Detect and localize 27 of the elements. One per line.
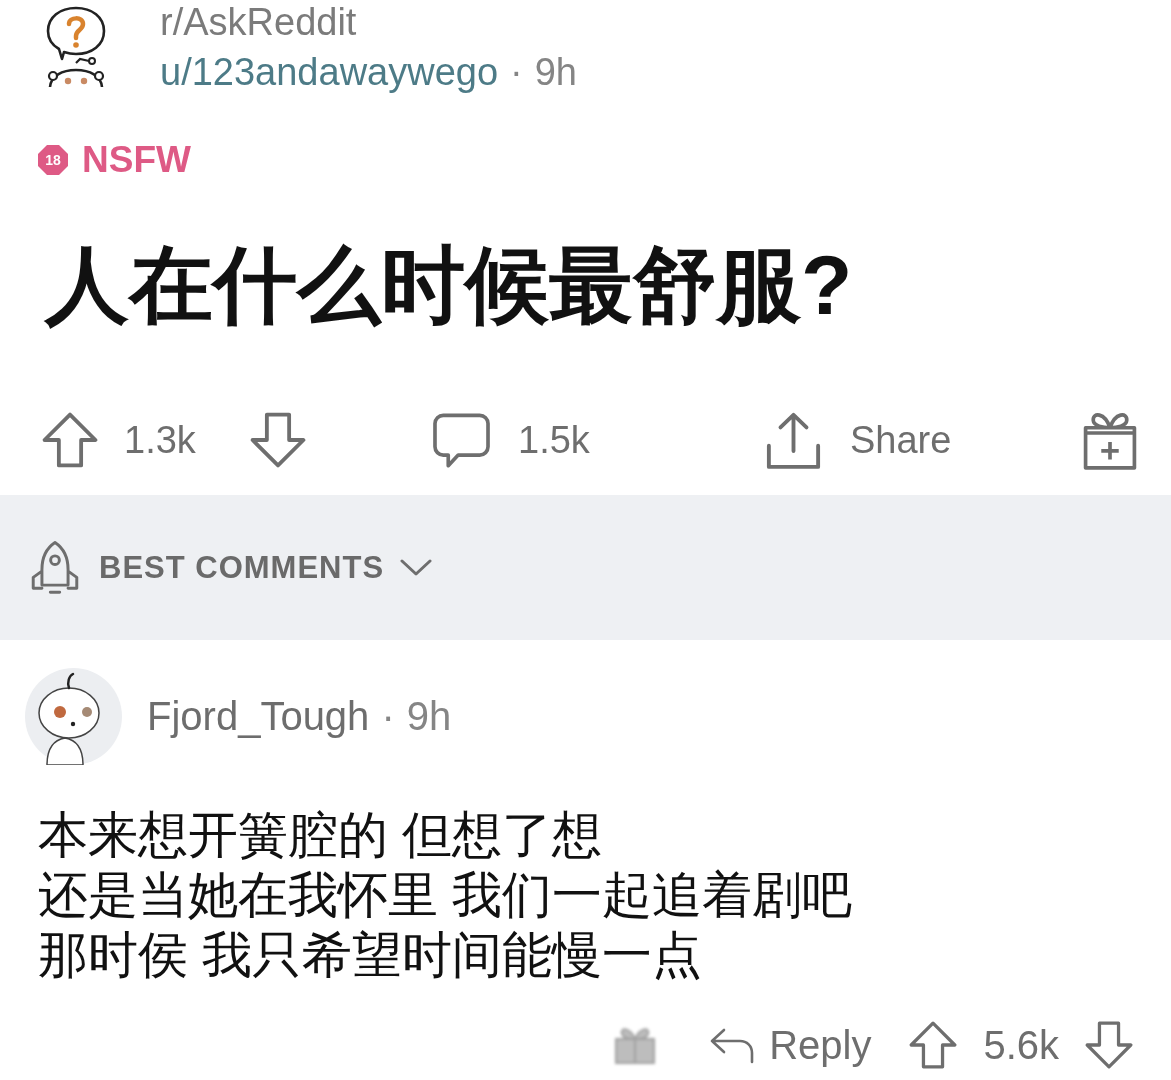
- share-icon: [765, 411, 822, 469]
- question-bubble-icon[interactable]: [45, 4, 107, 90]
- upvote-icon[interactable]: [42, 412, 98, 468]
- upvote-icon[interactable]: [909, 1021, 958, 1069]
- commenter-link[interactable]: Fjord_Tough: [147, 694, 370, 739]
- chevron-down-icon: [400, 558, 433, 577]
- vote-count: 1.3k: [124, 418, 196, 462]
- separator-dot: ·: [510, 50, 523, 94]
- vote-count: 5.6k: [983, 1022, 1059, 1068]
- nsfw-label: NSFW: [82, 139, 191, 181]
- post-time: 9h: [534, 50, 577, 94]
- sort-dropdown[interactable]: BEST COMMENTS: [27, 539, 433, 596]
- gift-plus-icon[interactable]: [1082, 410, 1138, 470]
- downvote-icon[interactable]: [249, 412, 306, 468]
- comment-time: 9h: [406, 694, 452, 739]
- avatar-icon: [25, 668, 122, 765]
- comment-icon: [433, 411, 490, 469]
- author-link[interactable]: u/123andawaywego: [160, 50, 499, 94]
- age-badge: 18: [38, 145, 68, 175]
- subreddit-link[interactable]: r/AskReddit: [160, 0, 357, 44]
- share-button[interactable]: Share: [765, 411, 952, 469]
- comment-text: 本来想开簧腔的 但想了想 还是当她在我怀里 我们一起追着剧吧 那时侯 我只希望时间能慢一点: [38, 806, 852, 985]
- post-title: 人在什么时候最舒服?: [45, 237, 853, 333]
- downvote-icon[interactable]: [1085, 1021, 1133, 1069]
- comments-button[interactable]: 1.5k: [433, 411, 590, 469]
- reply-button[interactable]: Reply: [709, 1022, 872, 1068]
- separator-dot: ·: [381, 694, 395, 739]
